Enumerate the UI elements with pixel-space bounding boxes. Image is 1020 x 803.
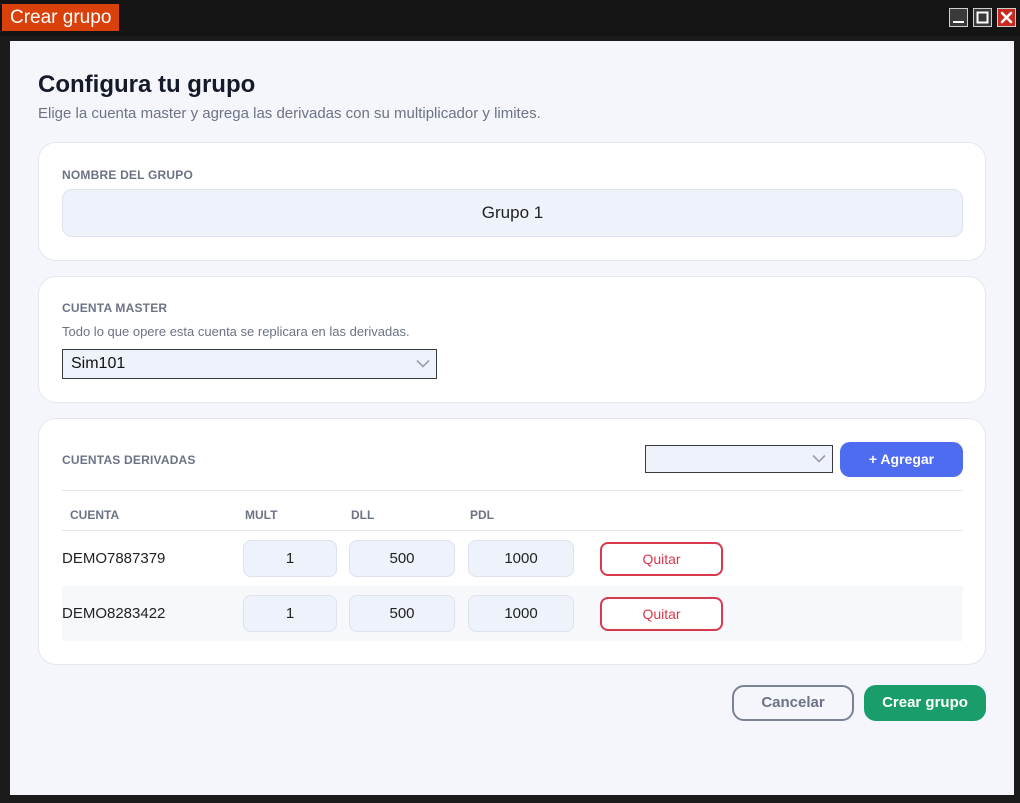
window-title: Crear grupo xyxy=(2,4,120,31)
master-account-selected: Sim101 xyxy=(71,355,126,372)
pdl-input[interactable]: 1000 xyxy=(468,540,574,577)
table-row: DEMO8283422 1 500 1000 Quitar xyxy=(62,586,963,641)
dll-input[interactable]: 500 xyxy=(349,595,455,632)
page-subtitle: Elige la cuenta master y agrega las deri… xyxy=(38,105,541,122)
group-name-card: NOMBRE DEL GRUPO Grupo 1 xyxy=(38,142,986,261)
account-name: DEMO8283422 xyxy=(62,605,166,622)
minimize-icon[interactable] xyxy=(949,8,968,27)
mult-input[interactable]: 1 xyxy=(243,595,337,632)
close-icon[interactable] xyxy=(997,8,1016,27)
create-group-button[interactable]: Crear grupo xyxy=(864,685,986,721)
column-header-dll: DLL xyxy=(351,508,375,522)
group-name-label: NOMBRE DEL GRUPO xyxy=(62,168,193,182)
derived-accounts-label: CUENTAS DERIVADAS xyxy=(62,453,196,467)
master-account-card: CUENTA MASTER Todo lo que opere esta cue… xyxy=(38,276,986,403)
window-titlebar: Crear grupo xyxy=(0,0,1020,36)
mult-input[interactable]: 1 xyxy=(243,540,337,577)
remove-button[interactable]: Quitar xyxy=(600,597,723,631)
master-account-select[interactable]: Sim101 xyxy=(62,349,437,379)
add-derived-button[interactable]: + Agregar xyxy=(840,442,963,477)
page-title: Configura tu grupo xyxy=(38,71,256,98)
window-controls xyxy=(949,8,1016,27)
column-header-mult: MULT xyxy=(245,508,278,522)
cancel-button[interactable]: Cancelar xyxy=(732,685,854,721)
group-name-input[interactable]: Grupo 1 xyxy=(62,189,963,237)
account-name: DEMO7887379 xyxy=(62,550,166,567)
derived-accounts-card: CUENTAS DERIVADAS + Agregar CUENTA MULT … xyxy=(38,418,986,665)
column-header-pdl: PDL xyxy=(470,508,494,522)
master-account-label: CUENTA MASTER xyxy=(62,301,168,315)
maximize-icon[interactable] xyxy=(973,8,992,27)
derived-account-select[interactable] xyxy=(645,445,833,473)
table-row: DEMO7887379 1 500 1000 Quitar xyxy=(62,531,963,586)
divider xyxy=(62,490,963,491)
pdl-input[interactable]: 1000 xyxy=(468,595,574,632)
remove-button[interactable]: Quitar xyxy=(600,542,723,576)
dll-input[interactable]: 500 xyxy=(349,540,455,577)
chevron-down-icon xyxy=(416,359,430,368)
dialog-body: Configura tu grupo Elige la cuenta maste… xyxy=(10,41,1014,795)
chevron-down-icon xyxy=(812,454,826,463)
master-account-description: Todo lo que opere esta cuenta se replica… xyxy=(62,324,410,339)
column-header-account: CUENTA xyxy=(70,508,120,522)
